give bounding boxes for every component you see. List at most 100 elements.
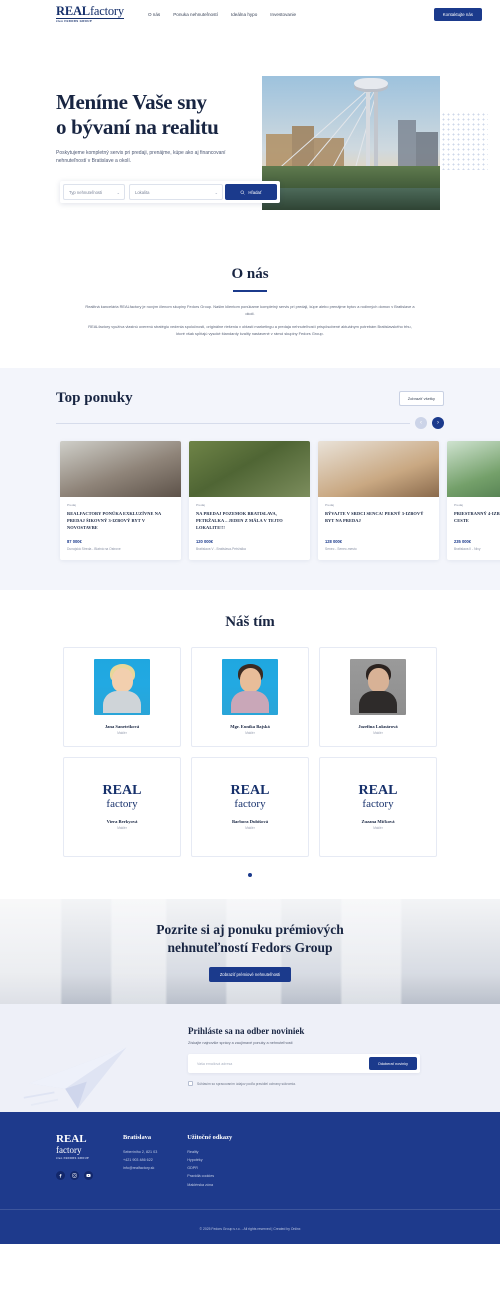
hero-title-line1: Meníme Vaše sny (56, 90, 207, 114)
offer-card-image (189, 441, 310, 498)
offer-location: Senec - Senec-mesto (325, 547, 357, 552)
team-member-role: Maklér (245, 826, 255, 831)
newsletter-subtitle: Získajte najnovšie správy a zaujímavé po… (188, 1041, 293, 1046)
nav-item-investovanie[interactable]: Investovanie (270, 12, 296, 17)
avatar (94, 659, 150, 716)
offer-card-body: Predaj BÝVAJTE V SRDCI SENCA! PEKNÝ 3-IZ… (318, 497, 439, 560)
nav-item-idealna-hypo[interactable]: Ideálna hypo (231, 12, 257, 17)
property-type-select[interactable]: Typ nehnuteľnosti ⌄ (63, 184, 125, 200)
offer-card[interactable]: Predaj REALFACTORY PONÚKA EXKLUZÍVNE NA … (60, 441, 181, 561)
offer-title: PRIESTRANNÝ 4-IZBOVÝ BYT NA TRNAVSKEJ CE… (454, 511, 500, 524)
footer-link-reality[interactable]: Reality (187, 1148, 232, 1156)
footer-contact-title: Bratislava (123, 1134, 152, 1142)
team-member-card[interactable]: REAL factory Zuzana Mičková Maklér (319, 757, 437, 858)
placeholder-logo: REAL factory (231, 783, 270, 810)
offer-price: 87 000€ (67, 539, 82, 545)
footer-logo-main: REAL (56, 1133, 87, 1146)
top-offers-section: Top ponuky Zobraziť všetky ‹ › Predaj RE… (0, 368, 500, 591)
footer-logo-tiny: člen FEDORS GROUP (56, 1157, 90, 1161)
consent-label: Súhlasím so spracovaním údajov podľa pra… (197, 1081, 296, 1086)
offers-carousel-controls: ‹ › (0, 417, 500, 430)
team-member-card[interactable]: REAL factory Viera Berkyová Maklér (63, 757, 181, 858)
offer-title: NA PREDAJ POZEMOK BRATISLAVA, PETRŽALKA … (196, 511, 283, 531)
logo-subtitle: člen FEDORS GROUP (56, 19, 92, 24)
placeholder-logo: REAL factory (358, 782, 398, 810)
footer-link-gdpr[interactable]: GDPR (187, 1164, 232, 1172)
carousel-prev-button[interactable]: ‹ (415, 417, 427, 430)
instagram-icon (72, 1173, 77, 1178)
contact-us-button[interactable]: Kontaktujte nás (433, 7, 482, 21)
main-nav: O nás Ponuka nehnuteľností Ideálna hypo … (148, 12, 296, 17)
search-button[interactable]: Hľadať (225, 184, 277, 200)
team-member-name: Barbora Dubišová (231, 819, 269, 825)
youtube-link[interactable] (84, 1171, 93, 1181)
offer-title: BÝVAJTE V SRDCI SENCA! PEKNÝ 3-IZBOVÝ BY… (325, 511, 424, 524)
nav-item-o-nas[interactable]: O nás (148, 12, 160, 17)
logo-text: REALfactory (56, 5, 124, 18)
offer-card[interactable]: Predaj PRIESTRANNÝ 4-IZBOVÝ BYT NA TRNAV… (447, 441, 500, 561)
footer-links-title: Užitočné odkazy (187, 1134, 233, 1142)
offer-location: Bratislava II - Nivy (454, 547, 481, 552)
team-member-card[interactable]: REAL factory Barbora Dubišová Maklér (191, 757, 309, 858)
newsletter-section: Prihláste sa na odber noviniek Získajte … (0, 1004, 500, 1113)
offer-card-body: Predaj NA PREDAJ POZEMOK BRATISLAVA, PET… (189, 497, 310, 560)
hero-river (262, 188, 440, 210)
about-section: O nás Realitná kancelária REALfactory je… (0, 240, 500, 369)
about-divider (233, 290, 267, 292)
locality-select[interactable]: Lokalita ⌄ (129, 184, 223, 200)
chevron-down-icon: ⌄ (214, 189, 218, 195)
newsletter-content: Prihláste sa na odber noviniek Získajte … (188, 1026, 420, 1087)
paper-plane-icon (23, 1047, 127, 1109)
premium-properties-button[interactable]: Zobraziť prémiové nehnuteľnosti (208, 967, 292, 983)
footer-phone[interactable]: +421 903 486 622 (123, 1156, 157, 1164)
placeholder-logo-sub: factory (362, 797, 394, 810)
hero-section: Meníme Vaše sny o bývaní na realitu Posk… (0, 28, 500, 240)
chevron-right-icon: › (437, 420, 439, 427)
hero-subtitle: Poskytujeme kompletný servis pri predaji… (56, 149, 226, 164)
team-title: Náš tím (225, 614, 275, 631)
newsletter-consent-row: Súhlasím so spracovaním údajov podľa pra… (188, 1081, 420, 1087)
nav-item-ponuka-nehnutelnosti[interactable]: Ponuka nehnuteľností (173, 12, 218, 17)
footer-link-maklerska-zona[interactable]: Maklérska zóna (187, 1181, 232, 1189)
search-icon (240, 190, 245, 195)
offer-card[interactable]: Predaj NA PREDAJ POZEMOK BRATISLAVA, PET… (189, 441, 310, 561)
team-member-role: Maklér (117, 731, 127, 736)
youtube-icon (86, 1174, 91, 1178)
chevron-down-icon: ⌄ (116, 189, 120, 195)
team-member-name: Zuzana Mičková (361, 819, 395, 825)
offer-card[interactable]: Predaj BÝVAJTE V SRDCI SENCA! PEKNÝ 3-IZ… (318, 441, 439, 561)
footer-logo[interactable]: REAL factory člen FEDORS GROUP (56, 1134, 93, 1189)
hero-title: Meníme Vaše sny o bývaní na realitu (56, 90, 276, 140)
premium-cta-title: Pozrite si aj ponuku prémiových nehnuteľ… (156, 921, 344, 957)
team-member-card[interactable]: Mgr. Eunika Bajská Maklér (191, 647, 309, 748)
offer-card-image (447, 441, 500, 498)
placeholder-logo-main: REAL (358, 782, 398, 798)
footer-link-cookies[interactable]: Pravidlá cookies (187, 1172, 232, 1180)
view-all-offers-button[interactable]: Zobraziť všetky (398, 391, 444, 407)
locality-value: Lokalita (135, 189, 150, 195)
carousel-next-button[interactable]: › (432, 417, 444, 430)
team-carousel-dots (0, 873, 500, 878)
hero-title-line2: o bývaní na realitu (56, 114, 219, 139)
property-type-value: Typ nehnuteľnosti (69, 189, 103, 195)
instagram-link[interactable] (70, 1171, 79, 1181)
offers-divider-line (56, 422, 410, 424)
consent-checkbox[interactable] (188, 1081, 193, 1087)
newsletter-subscribe-button[interactable]: Odoberať novinky (368, 1057, 417, 1071)
team-member-name: Mgr. Eunika Bajská (230, 724, 270, 730)
footer-link-hypoteky[interactable]: Hypotéky (187, 1156, 232, 1164)
footer-address: Seberíniho 2, 821 03 (123, 1150, 158, 1155)
offer-title: REALFACTORY PONÚKA EXKLUZÍVNE NA PREDAJ … (67, 511, 162, 531)
team-member-name: Viera Berkyová (106, 819, 138, 825)
footer-email[interactable]: info@realfactory.sk (123, 1164, 157, 1172)
site-logo[interactable]: REALfactory člen FEDORS GROUP (56, 5, 124, 23)
offer-tag: Predaj (67, 503, 76, 508)
team-member-card[interactable]: Jozefína Luknárová Maklér (319, 647, 437, 748)
team-member-card[interactable]: Jana Sanetriková Maklér (63, 647, 181, 748)
facebook-link[interactable] (56, 1171, 65, 1181)
carousel-dot-active[interactable] (248, 873, 252, 878)
footer-links-column: Užitočné odkazy Reality Hypotéky GDPR Pr… (187, 1134, 232, 1189)
footer-bottom-bar: © 2025 Fedors Group s.r.o. - All rights … (0, 1208, 500, 1244)
offer-location: Bratislava V - Bratislava-Petržalka (196, 547, 246, 552)
newsletter-email-input[interactable]: Vaša emailová adresa (191, 1057, 369, 1070)
